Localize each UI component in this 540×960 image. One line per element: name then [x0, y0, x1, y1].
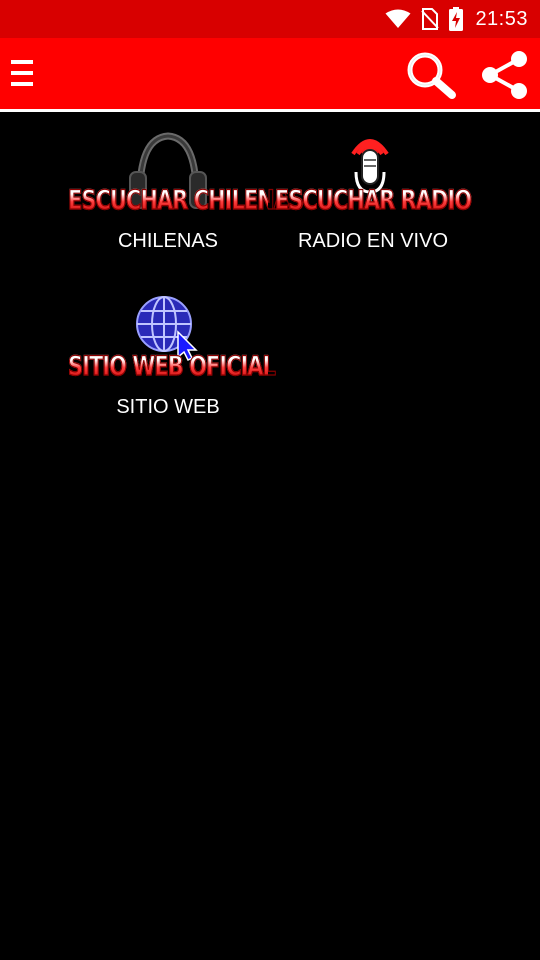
app-bar [0, 38, 540, 112]
battery-charging-icon [449, 7, 464, 31]
no-sim-icon [421, 8, 440, 30]
menu-icon [11, 60, 33, 86]
tile-art: SITIO WEB OFICIAL [68, 296, 277, 388]
share-button[interactable] [478, 48, 532, 102]
tile-radio[interactable]: ESCUCHAR RADIO RADIO EN VIVO [273, 130, 473, 260]
tile-label: CHILENAS [117, 230, 219, 252]
status-bar: 21:53 [0, 0, 540, 38]
tile-banner: SITIO WEB OFICIAL [68, 350, 277, 381]
tile-label: SITIO WEB [116, 396, 220, 418]
search-icon [407, 52, 456, 99]
share-icon [482, 51, 527, 99]
menu-button[interactable] [8, 56, 38, 92]
tile-label: RADIO EN VIVO [297, 230, 449, 252]
tile-banner: ESCUCHAR RADIO [274, 184, 472, 215]
tile-banner: ESCUCHAR CHILENAS [68, 184, 305, 215]
status-time: 21:53 [475, 7, 528, 30]
tile-sitio-web[interactable]: SITIO WEB OFICIAL SITIO WEB [68, 296, 277, 426]
search-button[interactable] [404, 50, 458, 100]
tile-art: ESCUCHAR RADIO [273, 130, 473, 222]
wifi-icon [385, 9, 411, 29]
tile-art: ESCUCHAR CHILENAS [68, 130, 305, 222]
tile-chilenas[interactable]: ESCUCHAR CHILENAS CHILENAS [68, 130, 305, 260]
